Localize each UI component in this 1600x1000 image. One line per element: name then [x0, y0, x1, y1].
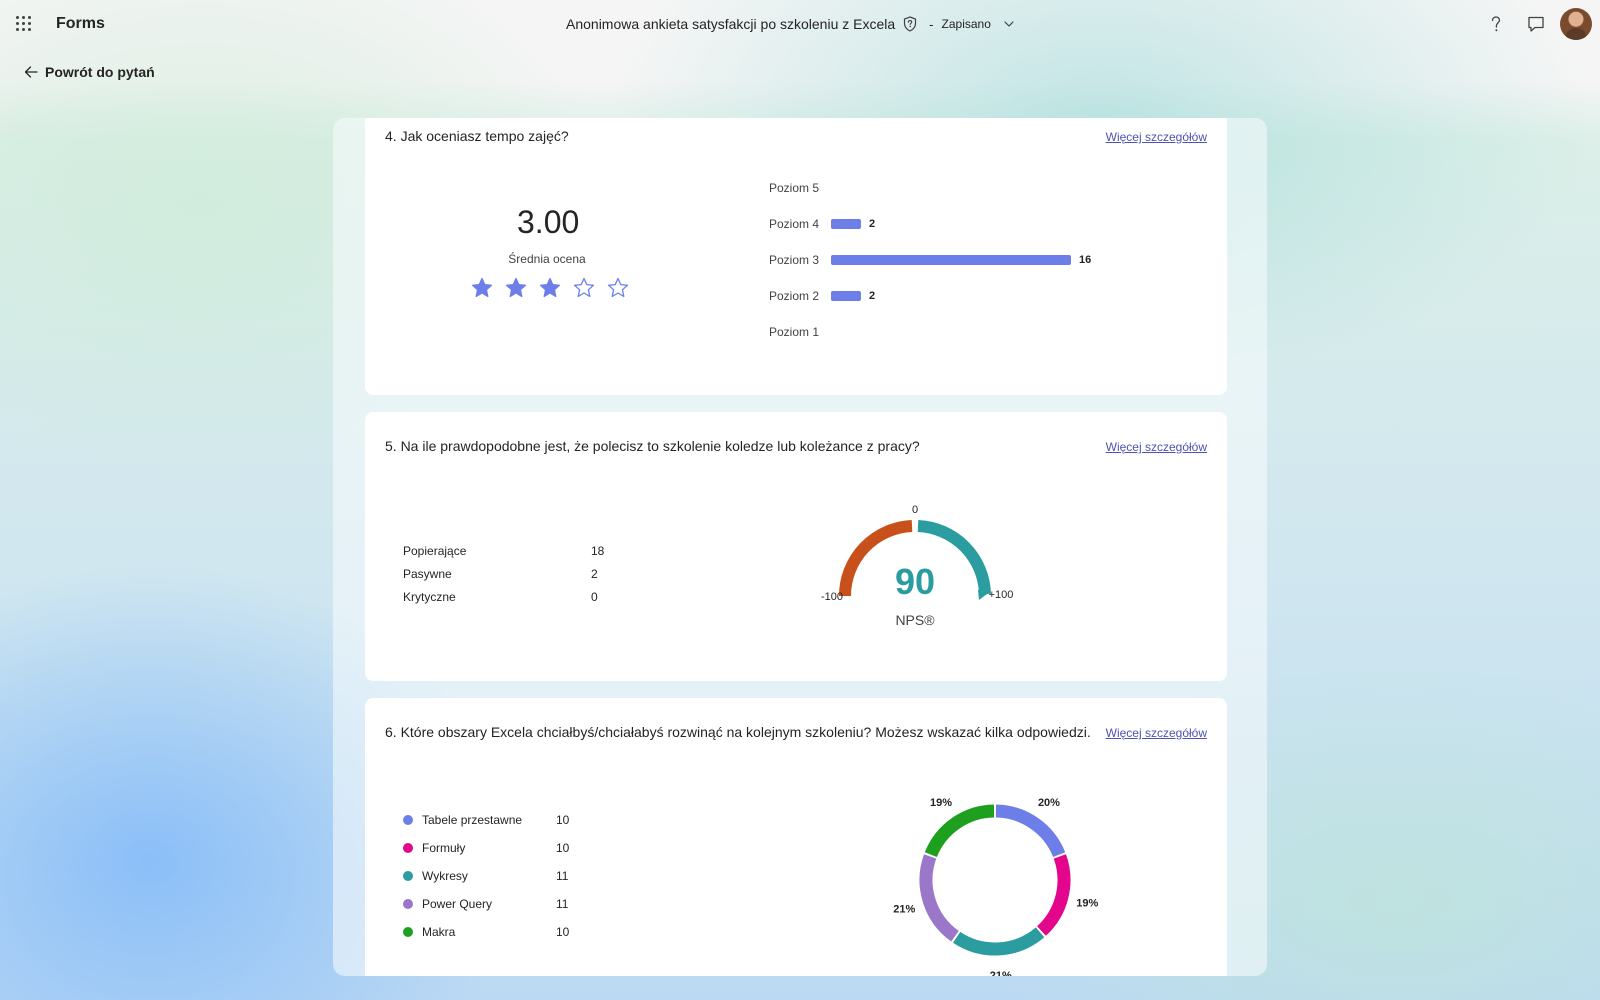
legend-color-dot	[403, 843, 413, 853]
legend-label: Formuły	[422, 841, 466, 855]
bar-row: Poziom 3 16	[769, 252, 1091, 268]
waffle-icon[interactable]	[16, 16, 32, 32]
help-icon[interactable]	[1486, 14, 1506, 34]
donut-slice	[1036, 854, 1071, 936]
bar-value-label: 2	[869, 218, 876, 230]
nps-group-label: Pasywne	[403, 567, 452, 581]
more-details-link[interactable]: Więcej szczegółów	[1106, 440, 1207, 454]
rating-stars	[470, 276, 640, 300]
bar-row: Poziom 2 2	[769, 288, 875, 304]
legend-color-dot	[403, 871, 413, 881]
legend-item: Tabele przestawne 10	[403, 812, 569, 828]
top-bar: Forms Anonimowa ankieta satysfakcji po s…	[0, 0, 1600, 48]
bar-category-label: Poziom 2	[769, 289, 820, 303]
donut-percent-label: 19%	[1076, 898, 1098, 910]
donut-slice	[995, 804, 1066, 858]
legend-value: 11	[556, 869, 569, 883]
legend-value: 10	[556, 925, 570, 939]
gauge-max-label: +100	[989, 589, 1014, 601]
average-rating-label: Średnia ocena	[508, 252, 586, 266]
bar-row: Poziom 4 2	[769, 216, 875, 232]
options-donut-chart: 20% 19% 21% 21% 19%	[893, 797, 1098, 976]
nps-group-label: Popierające	[403, 544, 467, 558]
legend-color-dot	[403, 927, 413, 937]
bar-category-label: Poziom 4	[769, 217, 820, 231]
star-icon	[505, 277, 527, 298]
donut-percent-label: 20%	[1038, 797, 1060, 809]
chat-icon[interactable]	[1526, 14, 1546, 34]
legend-item: Wykresy 11	[403, 868, 568, 884]
title-separator: -	[929, 16, 934, 32]
nps-label: NPS®	[895, 612, 935, 628]
question-card-5: 5. Na ile prawdopodobne jest, że polecis…	[365, 412, 1227, 681]
donut-percent-label: 19%	[930, 797, 952, 809]
legend-value: 11	[556, 897, 569, 911]
more-details-link[interactable]: Więcej szczegółów	[1106, 726, 1207, 740]
form-title-area[interactable]: Anonimowa ankieta satysfakcji po szkolen…	[566, 14, 1015, 34]
star-icon	[607, 277, 629, 298]
legend-item: Formuły 10	[403, 840, 569, 856]
star-icon	[573, 277, 595, 298]
question-title: 5. Na ile prawdopodobne jest, że polecis…	[385, 438, 920, 454]
donut-percent-label: 21%	[893, 903, 915, 915]
gauge-min-label: -100	[821, 591, 843, 603]
nps-group-value: 18	[591, 544, 605, 558]
donut-slice	[924, 804, 995, 858]
nps-score: 90	[895, 561, 935, 602]
back-to-questions-button[interactable]: Powrót do pytań	[24, 62, 155, 82]
question-card-6: 6. Które obszary Excela chciałbyś/chciał…	[365, 698, 1227, 976]
legend-label: Makra	[422, 925, 456, 939]
donut-slice	[919, 854, 959, 942]
nps-group-row: Popierające 18	[403, 544, 604, 560]
legend-item: Makra 10	[403, 924, 569, 940]
nps-group-label: Krytyczne	[403, 590, 456, 604]
bar-category-label: Poziom 3	[769, 253, 820, 267]
question-title: 4. Jak oceniasz tempo zajęć?	[385, 128, 569, 144]
more-details-link[interactable]: Więcej szczegółów	[1106, 130, 1207, 144]
question-title: 6. Które obszary Excela chciałbyś/chciał…	[385, 724, 1091, 740]
back-label: Powrót do pytań	[45, 64, 155, 80]
nps-gauge: 0 -100 +100 90 NPS®	[821, 504, 1014, 628]
form-title[interactable]: Anonimowa ankieta satysfakcji po szkolen…	[566, 16, 895, 32]
saved-status: Zapisano	[941, 17, 991, 31]
donut-slice	[952, 927, 1045, 956]
arrow-left-icon	[24, 66, 38, 78]
legend-value: 10	[556, 841, 570, 855]
nps-group-value: 0	[591, 590, 598, 604]
star-icon	[471, 277, 493, 298]
bar-row: Poziom 1	[769, 324, 831, 340]
legend-value: 10	[556, 813, 570, 827]
legend-label: Power Query	[422, 897, 493, 911]
star-icon	[539, 277, 561, 298]
results-panel[interactable]: 4. Jak oceniasz tempo zajęć? Więcej szcz…	[333, 118, 1267, 976]
bar	[831, 219, 861, 229]
average-rating-value: 3.00	[517, 204, 580, 240]
chevron-down-icon[interactable]	[1003, 18, 1015, 30]
bar-category-label: Poziom 5	[769, 181, 820, 195]
avatar[interactable]	[1560, 8, 1592, 40]
nps-group-value: 2	[591, 567, 598, 581]
bar-value-label: 16	[1079, 254, 1092, 266]
bar	[831, 255, 1071, 265]
bar-row: Poziom 5	[769, 180, 831, 196]
legend-color-dot	[403, 815, 413, 825]
bar-value-label: 2	[869, 290, 876, 302]
legend-item: Power Query 11	[403, 896, 568, 912]
bar	[831, 291, 861, 301]
gauge-mid-label: 0	[912, 504, 918, 516]
nps-group-row: Pasywne 2	[403, 567, 598, 583]
legend-label: Tabele przestawne	[422, 813, 523, 827]
legend-label: Wykresy	[422, 869, 468, 883]
bar-category-label: Poziom 1	[769, 325, 820, 339]
question-card-4: 4. Jak oceniasz tempo zajęć? Więcej szcz…	[365, 118, 1227, 395]
donut-percent-label: 21%	[990, 970, 1012, 976]
shield-question-icon	[904, 16, 917, 32]
legend-color-dot	[403, 899, 413, 909]
nps-group-row: Krytyczne 0	[403, 590, 598, 606]
app-name[interactable]: Forms	[56, 15, 105, 33]
